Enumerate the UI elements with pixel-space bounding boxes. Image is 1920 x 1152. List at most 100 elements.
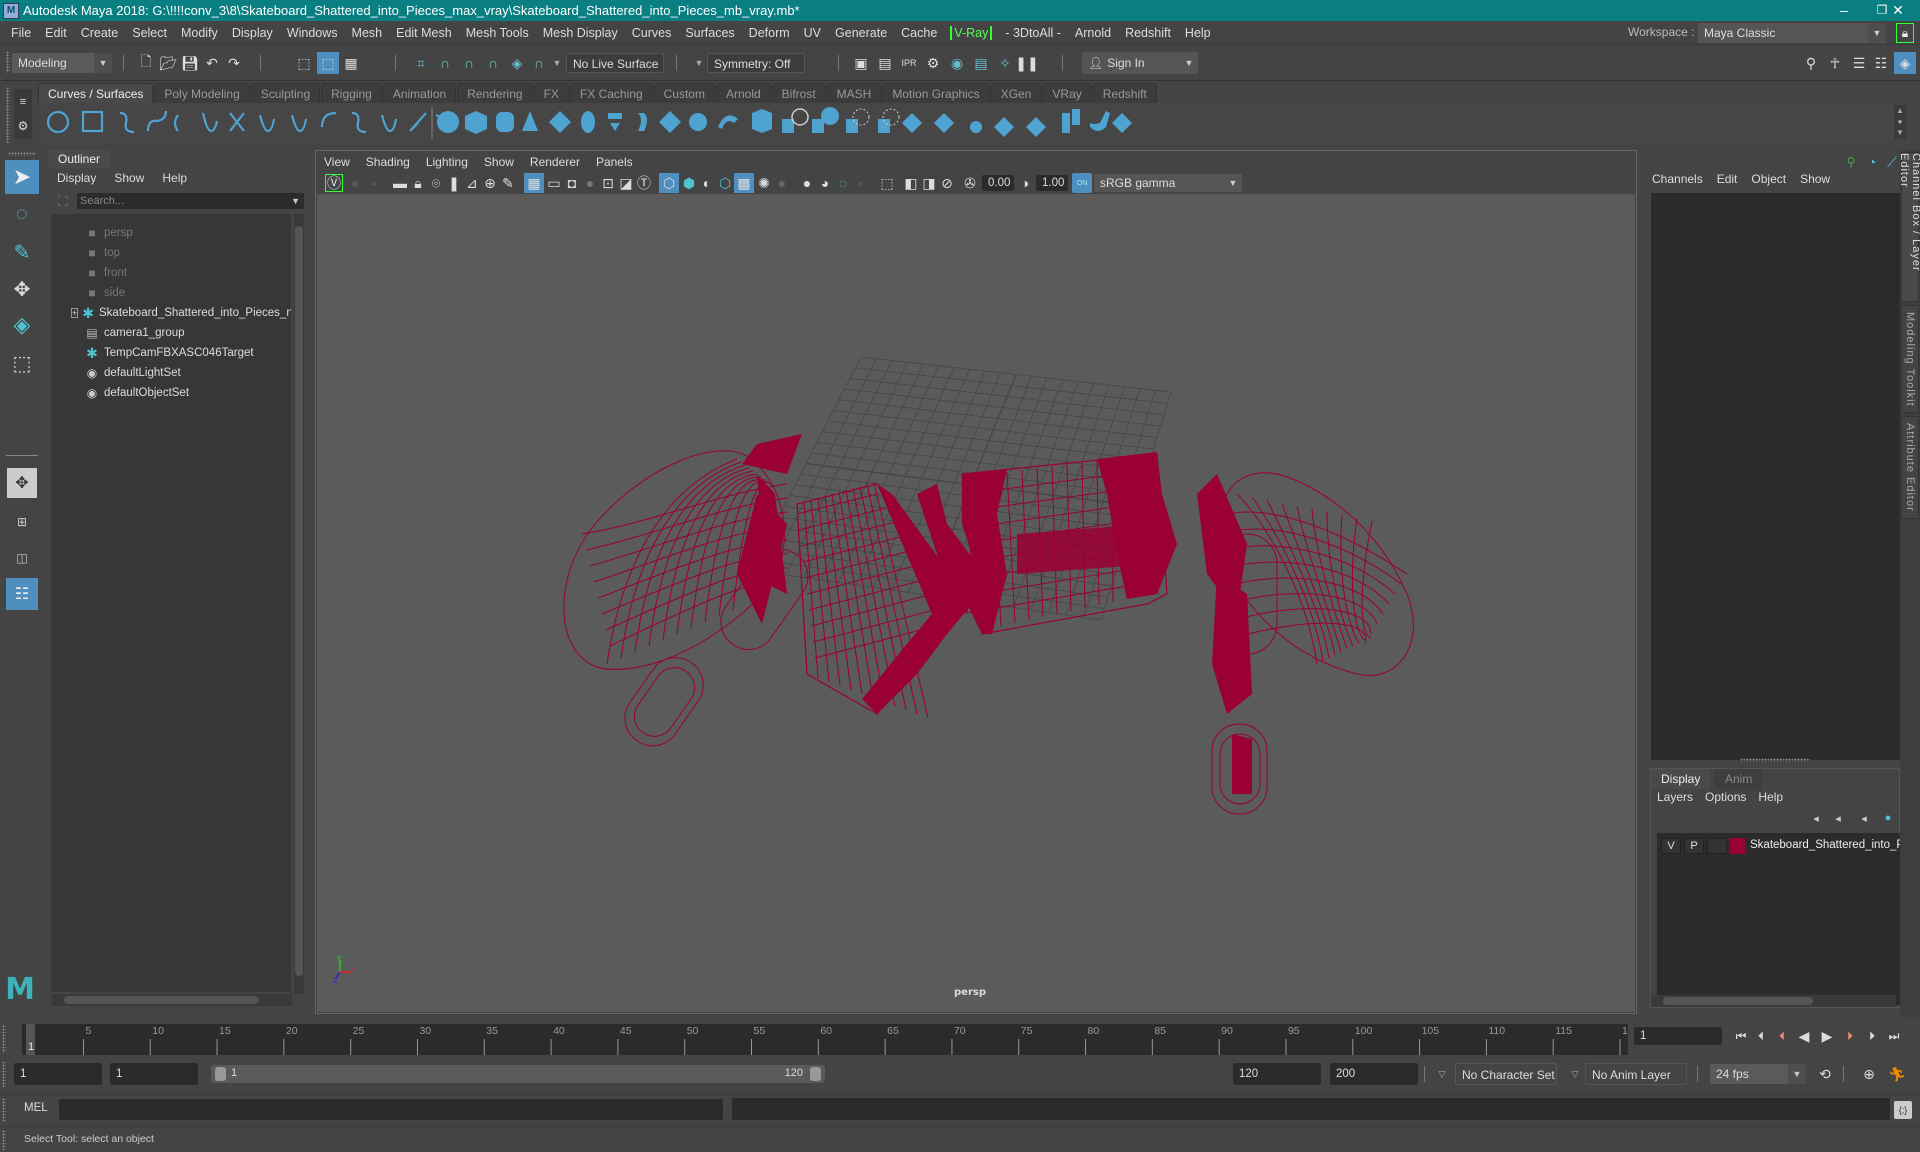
menu-select[interactable]: Select: [125, 26, 174, 40]
snap-view-plane-icon[interactable]: ∩: [484, 54, 502, 72]
step-back-frame-icon[interactable]: ⏴: [1752, 1027, 1770, 1045]
exposure-field[interactable]: 0.00: [982, 175, 1014, 191]
wireframe-icon[interactable]: ⬡: [659, 173, 679, 193]
xray-icon[interactable]: ◧: [902, 174, 920, 192]
tab-attribute-editor[interactable]: Attribute Editor: [1901, 416, 1919, 519]
layer-tab-display[interactable]: Display: [1651, 769, 1711, 789]
layer-menu-options[interactable]: Options: [1699, 790, 1752, 804]
move-layer-down-icon[interactable]: ◂: [1829, 809, 1847, 827]
undo-icon[interactable]: ↶: [203, 54, 221, 72]
tab-channel-box-layer-editor[interactable]: Channel Box / Layer Editor: [1898, 152, 1920, 302]
move-tool-icon[interactable]: ✥: [5, 272, 39, 306]
menu-vray[interactable]: V-Ray: [950, 25, 993, 40]
shelf-grip[interactable]: [6, 87, 10, 143]
shelf-tab-curves-surfaces[interactable]: Curves / Surfaces: [38, 83, 154, 103]
wireframe-on-shaded-icon[interactable]: ⬡: [716, 174, 734, 192]
menu-curves[interactable]: Curves: [625, 26, 679, 40]
menu-uv[interactable]: UV: [797, 26, 828, 40]
color-management-toggle[interactable]: ON: [1072, 173, 1092, 193]
play-forwards-icon[interactable]: ▶: [1818, 1027, 1836, 1045]
shelf-tab-fx[interactable]: FX: [533, 83, 569, 103]
smooth-shade-icon[interactable]: ⬢: [680, 174, 698, 192]
range-grip[interactable]: [2, 1061, 6, 1087]
current-frame-field[interactable]: 1: [1634, 1027, 1722, 1045]
shelf-tab-xgen[interactable]: XGen: [990, 83, 1042, 103]
outliner-item-front[interactable]: ■ front: [51, 263, 291, 283]
menu-arnold[interactable]: Arnold: [1068, 26, 1118, 40]
panel-menu-shading[interactable]: Shading: [358, 152, 418, 172]
toolbox-grip[interactable]: [8, 152, 36, 156]
outliner-vertical-scrollbar[interactable]: [294, 214, 304, 994]
snap-grid-icon[interactable]: ⌗: [412, 54, 430, 72]
shadows-icon[interactable]: ●: [773, 174, 791, 192]
outliner-item-camera1-group[interactable]: ▤ camera1_group: [51, 323, 291, 343]
symmetry-field[interactable]: Symmetry: Off: [707, 53, 805, 73]
outliner-item-skateboard[interactable]: + ✱ Skateboard_Shattered_into_Pieces_n: [51, 303, 291, 323]
gamma-icon[interactable]: ◑: [1016, 174, 1034, 192]
select-component-icon[interactable]: ▦: [342, 54, 360, 72]
shelf-tab-rigging[interactable]: Rigging: [321, 83, 382, 103]
menu-mesh-tools[interactable]: Mesh Tools: [459, 26, 536, 40]
layer-row[interactable]: V P Skateboard_Shattered_into_Pi: [1657, 835, 1902, 857]
use-all-lights-icon[interactable]: ✺: [755, 174, 773, 192]
auto-key-icon[interactable]: ⊕: [1860, 1065, 1878, 1083]
attribute-editor-icon[interactable]: ☰: [1850, 54, 1868, 72]
outliner-item-tempcam-target[interactable]: ✱ TempCamFBXASC046Target: [51, 343, 291, 363]
save-scene-icon[interactable]: 💾︎: [181, 54, 199, 72]
camera-bookmark-icon[interactable]: ⌾: [427, 174, 445, 192]
fps-dropdown[interactable]: 24 fps ▼: [1710, 1064, 1806, 1084]
xray-active-components-icon[interactable]: ◨: [920, 174, 938, 192]
menu-redshift[interactable]: Redshift: [1118, 26, 1178, 40]
workspace-dropdown[interactable]: Maya Classic ▼: [1698, 23, 1886, 43]
scroll-thumb[interactable]: [295, 226, 303, 976]
shelf-scroll[interactable]: ▲ ● ▼: [1894, 105, 1906, 139]
outliner-menu-display[interactable]: Display: [48, 170, 105, 190]
time-slider-track[interactable]: 1 5 10 15 20 25 30 35 40 45 50 55 60 65 70 75 80 85 90 95 10…: [22, 1024, 1640, 1055]
ipr-render-icon[interactable]: IPR: [900, 54, 918, 72]
outliner-menu-help[interactable]: Help: [153, 170, 196, 190]
redo-icon[interactable]: ↷: [225, 54, 243, 72]
tool-settings-icon[interactable]: ☷: [1872, 54, 1890, 72]
step-back-key-icon[interactable]: ⏴: [1773, 1027, 1791, 1045]
menu-icon[interactable]: ≡: [14, 93, 32, 111]
new-layer-icon[interactable]: ◂: [1855, 809, 1873, 827]
menu-edit[interactable]: Edit: [38, 26, 74, 40]
3d-viewport[interactable]: y x z persp: [317, 194, 1635, 1012]
channel-menu-channels[interactable]: Channels: [1645, 172, 1710, 186]
four-view-layout-icon[interactable]: ⊞: [7, 507, 37, 537]
panel-menu-lighting[interactable]: Lighting: [418, 152, 476, 172]
tab-modeling-toolkit[interactable]: Modeling Toolkit: [1901, 305, 1919, 413]
outliner-item-default-light-set[interactable]: ◉ defaultLightSet: [51, 363, 291, 383]
filter-icon[interactable]: ⛶: [54, 192, 72, 210]
safe-title-icon[interactable]: Ⓣ: [635, 174, 653, 192]
outliner-item-side[interactable]: ■ side: [51, 283, 291, 303]
outliner-item-persp[interactable]: ■ persp: [51, 223, 291, 243]
layer-color-swatch[interactable]: [1730, 838, 1746, 854]
chevron-down-icon[interactable]: ▼: [690, 54, 708, 72]
render-view-icon[interactable]: ▣: [852, 54, 870, 72]
layer-playback-toggle[interactable]: P: [1684, 838, 1704, 854]
range-end-handle[interactable]: [810, 1067, 821, 1081]
snap-curve-icon[interactable]: ∩: [436, 54, 454, 72]
script-editor-icon[interactable]: {;}: [1894, 1101, 1912, 1119]
panel-menu-view[interactable]: View: [316, 152, 358, 172]
exposure-icon[interactable]: ✇: [961, 174, 979, 192]
paint-select-tool-icon[interactable]: ✎: [5, 235, 39, 269]
layer-visibility-toggle[interactable]: V: [1661, 838, 1681, 854]
vray-ipr-icon[interactable]: ▪: [365, 174, 383, 192]
shelf-tab-fx-caching[interactable]: FX Caching: [569, 83, 653, 103]
channel-menu-object[interactable]: Object: [1744, 172, 1793, 186]
hypershade-icon[interactable]: ◉: [948, 54, 966, 72]
snap-vertex-icon[interactable]: ∩: [530, 54, 548, 72]
menu-create[interactable]: Create: [74, 26, 126, 40]
new-layer-selected-icon[interactable]: ●: [1879, 809, 1897, 827]
field-chart-icon[interactable]: ⊡: [599, 174, 617, 192]
go-to-start-icon[interactable]: ⏮: [1732, 1027, 1750, 1045]
shelf-tab-bifrost[interactable]: Bifrost: [771, 83, 826, 103]
shelf-tab-arnold[interactable]: Arnold: [715, 83, 771, 103]
layer-menu-layers[interactable]: Layers: [1651, 790, 1699, 804]
2d-pan-zoom-icon[interactable]: ⊕: [481, 174, 499, 192]
mode-dropdown[interactable]: Modeling ▼: [12, 53, 112, 73]
menu-mesh-display[interactable]: Mesh Display: [536, 26, 625, 40]
go-to-end-icon[interactable]: ⏭: [1885, 1027, 1903, 1045]
